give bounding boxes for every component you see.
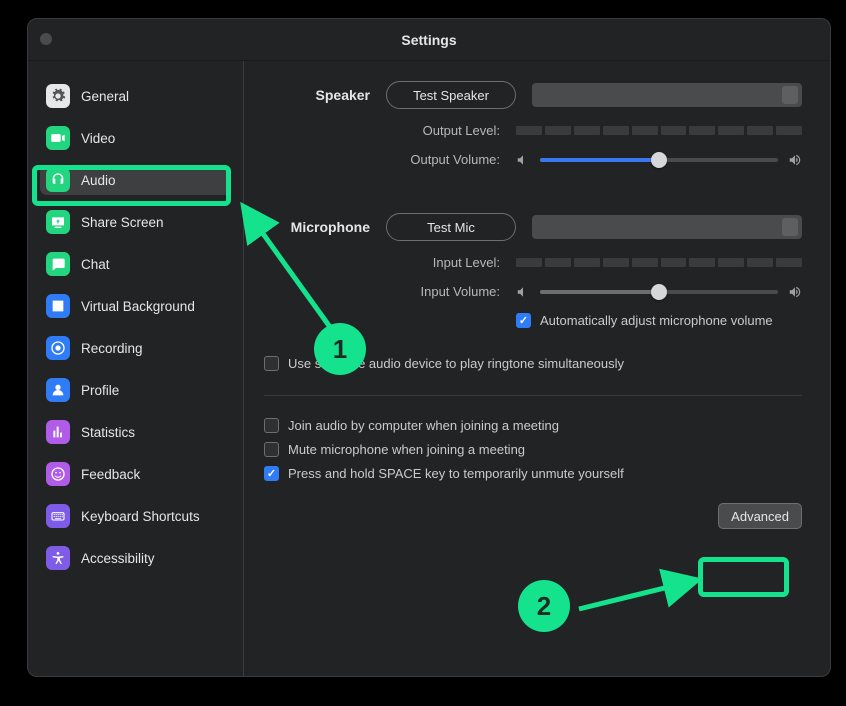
input-volume-slider[interactable] [540,290,778,294]
sidebar-item-label: Share Screen [81,215,164,230]
separate-device-label: Use separate audio device to play ringto… [288,356,624,371]
sidebar-item-label: Audio [81,173,116,188]
microphone-heading: Microphone [264,219,370,235]
speaker-heading: Speaker [264,87,370,103]
sidebar-item-label: Profile [81,383,119,398]
sidebar-item-feedback[interactable]: Feedback [40,459,231,489]
join-audio-checkbox[interactable]: Join audio by computer when joining a me… [264,418,802,433]
checkbox-icon [264,356,279,371]
sidebar-item-chat[interactable]: Chat [40,249,231,279]
join-audio-label: Join audio by computer when joining a me… [288,418,559,433]
settings-sidebar: General Video Audio Share Screen Chat Virtual… [28,61,244,676]
sidebar-item-general[interactable]: General [40,81,231,111]
audio-settings-panel: Speaker Test Speaker ⌃⌄ Output Level: Ou… [244,61,830,676]
sidebar-item-statistics[interactable]: Statistics [40,417,231,447]
chevron-updown-icon: ⌃⌄ [788,86,795,104]
volume-low-icon [516,285,530,299]
sidebar-item-label: Accessibility [81,551,155,566]
sidebar-item-virtual-background[interactable]: Virtual Background [40,291,231,321]
chat-icon [46,252,70,276]
output-level-label: Output Level: [264,123,500,138]
sidebar-item-label: Virtual Background [81,299,195,314]
volume-low-icon [516,153,530,167]
chevron-updown-icon: ⌃⌄ [788,218,795,236]
checkbox-icon [516,313,531,328]
separate-device-checkbox[interactable]: Use separate audio device to play ringto… [264,356,802,371]
settings-window: Settings General Video Audio Share Screen Ch… [27,18,831,677]
sidebar-item-recording[interactable]: Recording [40,333,231,363]
sidebar-item-label: General [81,89,129,104]
headset-icon [46,168,70,192]
space-unmute-checkbox[interactable]: Press and hold SPACE key to temporarily … [264,466,802,481]
checkbox-icon [264,466,279,481]
microphone-section: Microphone Test Mic ⌃⌄ [264,213,802,241]
accessibility-icon [46,546,70,570]
input-level-meter [516,258,802,267]
test-mic-button[interactable]: Test Mic [386,213,516,241]
output-volume-label: Output Volume: [264,152,500,167]
test-speaker-button[interactable]: Test Speaker [386,81,516,109]
output-volume-slider[interactable] [540,158,778,162]
sidebar-item-video[interactable]: Video [40,123,231,153]
close-window-button[interactable] [40,33,52,45]
speaker-device-select[interactable]: ⌃⌄ [532,83,802,107]
space-unmute-label: Press and hold SPACE key to temporarily … [288,466,624,481]
checkbox-icon [264,442,279,457]
volume-high-icon [788,285,802,299]
section-divider [264,395,802,396]
feedback-icon [46,462,70,486]
sidebar-item-keyboard-shortcuts[interactable]: Keyboard Shortcuts [40,501,231,531]
screen-icon [46,210,70,234]
auto-adjust-mic-checkbox[interactable]: Automatically adjust microphone volume [516,313,802,328]
stats-icon [46,420,70,444]
input-level-label: Input Level: [264,255,500,270]
sidebar-item-audio[interactable]: Audio [40,165,231,195]
speaker-section: Speaker Test Speaker ⌃⌄ [264,81,802,109]
profile-icon [46,378,70,402]
background-icon [46,294,70,318]
settings-body: General Video Audio Share Screen Chat Virtual… [28,61,830,676]
sidebar-item-share-screen[interactable]: Share Screen [40,207,231,237]
sidebar-item-accessibility[interactable]: Accessibility [40,543,231,573]
window-traffic-lights [40,33,52,45]
sidebar-item-label: Keyboard Shortcuts [81,509,200,524]
microphone-device-select[interactable]: ⌃⌄ [532,215,802,239]
advanced-button[interactable]: Advanced [718,503,802,529]
volume-high-icon [788,153,802,167]
sidebar-item-label: Video [81,131,115,146]
record-icon [46,336,70,360]
sidebar-item-label: Feedback [81,467,140,482]
auto-adjust-mic-label: Automatically adjust microphone volume [540,313,773,328]
titlebar: Settings [28,19,830,61]
mute-on-join-checkbox[interactable]: Mute microphone when joining a meeting [264,442,802,457]
sidebar-item-label: Recording [81,341,143,356]
video-icon [46,126,70,150]
gear-icon [46,84,70,108]
output-level-meter [516,126,802,135]
checkbox-icon [264,418,279,433]
mute-on-join-label: Mute microphone when joining a meeting [288,442,525,457]
keyboard-icon [46,504,70,528]
sidebar-item-label: Chat [81,257,110,272]
window-title: Settings [401,32,456,48]
sidebar-item-profile[interactable]: Profile [40,375,231,405]
input-volume-label: Input Volume: [264,284,500,299]
sidebar-item-label: Statistics [81,425,135,440]
